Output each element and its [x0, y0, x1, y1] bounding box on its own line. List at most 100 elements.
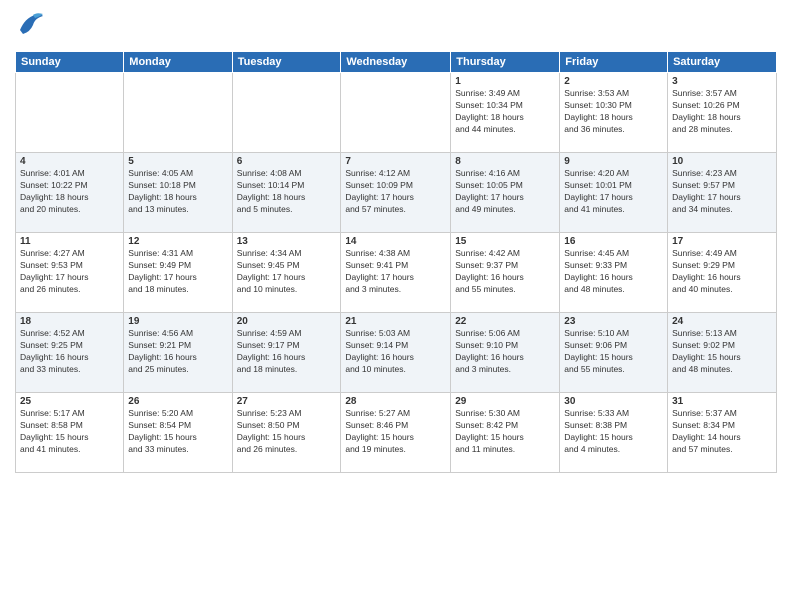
calendar-cell: 30Sunrise: 5:33 AM Sunset: 8:38 PM Dayli… — [560, 393, 668, 473]
day-info: Sunrise: 4:05 AM Sunset: 10:18 PM Daylig… — [128, 168, 227, 216]
calendar-cell: 9Sunrise: 4:20 AM Sunset: 10:01 PM Dayli… — [560, 153, 668, 233]
day-info: Sunrise: 4:38 AM Sunset: 9:41 PM Dayligh… — [345, 248, 446, 296]
calendar-cell: 19Sunrise: 4:56 AM Sunset: 9:21 PM Dayli… — [124, 313, 232, 393]
calendar-cell: 26Sunrise: 5:20 AM Sunset: 8:54 PM Dayli… — [124, 393, 232, 473]
day-number: 13 — [237, 236, 337, 247]
calendar-cell: 8Sunrise: 4:16 AM Sunset: 10:05 PM Dayli… — [451, 153, 560, 233]
calendar-cell: 13Sunrise: 4:34 AM Sunset: 9:45 PM Dayli… — [232, 233, 341, 313]
day-number: 10 — [672, 156, 772, 167]
day-number: 1 — [455, 76, 555, 87]
calendar-day-header: Sunday — [16, 52, 124, 73]
calendar-cell — [16, 73, 124, 153]
day-number: 16 — [564, 236, 663, 247]
calendar-cell: 15Sunrise: 4:42 AM Sunset: 9:37 PM Dayli… — [451, 233, 560, 313]
calendar-cell: 7Sunrise: 4:12 AM Sunset: 10:09 PM Dayli… — [341, 153, 451, 233]
logo — [15, 10, 50, 45]
day-info: Sunrise: 4:12 AM Sunset: 10:09 PM Daylig… — [345, 168, 446, 216]
day-number: 25 — [20, 396, 119, 407]
calendar-cell: 24Sunrise: 5:13 AM Sunset: 9:02 PM Dayli… — [668, 313, 777, 393]
calendar-cell: 2Sunrise: 3:53 AM Sunset: 10:30 PM Dayli… — [560, 73, 668, 153]
calendar-cell: 12Sunrise: 4:31 AM Sunset: 9:49 PM Dayli… — [124, 233, 232, 313]
day-number: 31 — [672, 396, 772, 407]
day-number: 9 — [564, 156, 663, 167]
calendar-week-row: 4Sunrise: 4:01 AM Sunset: 10:22 PM Dayli… — [16, 153, 777, 233]
day-number: 20 — [237, 316, 337, 327]
day-number: 7 — [345, 156, 446, 167]
calendar-week-row: 11Sunrise: 4:27 AM Sunset: 9:53 PM Dayli… — [16, 233, 777, 313]
day-info: Sunrise: 5:27 AM Sunset: 8:46 PM Dayligh… — [345, 408, 446, 456]
day-number: 15 — [455, 236, 555, 247]
day-number: 30 — [564, 396, 663, 407]
calendar-cell: 4Sunrise: 4:01 AM Sunset: 10:22 PM Dayli… — [16, 153, 124, 233]
day-info: Sunrise: 4:23 AM Sunset: 9:57 PM Dayligh… — [672, 168, 772, 216]
calendar-cell — [341, 73, 451, 153]
calendar-cell: 3Sunrise: 3:57 AM Sunset: 10:26 PM Dayli… — [668, 73, 777, 153]
day-info: Sunrise: 5:37 AM Sunset: 8:34 PM Dayligh… — [672, 408, 772, 456]
day-info: Sunrise: 4:56 AM Sunset: 9:21 PM Dayligh… — [128, 328, 227, 376]
calendar-header-row: SundayMondayTuesdayWednesdayThursdayFrid… — [16, 52, 777, 73]
day-info: Sunrise: 4:20 AM Sunset: 10:01 PM Daylig… — [564, 168, 663, 216]
day-number: 24 — [672, 316, 772, 327]
day-info: Sunrise: 5:13 AM Sunset: 9:02 PM Dayligh… — [672, 328, 772, 376]
day-info: Sunrise: 4:16 AM Sunset: 10:05 PM Daylig… — [455, 168, 555, 216]
calendar-week-row: 1Sunrise: 3:49 AM Sunset: 10:34 PM Dayli… — [16, 73, 777, 153]
calendar-cell: 17Sunrise: 4:49 AM Sunset: 9:29 PM Dayli… — [668, 233, 777, 313]
day-number: 17 — [672, 236, 772, 247]
calendar-cell: 25Sunrise: 5:17 AM Sunset: 8:58 PM Dayli… — [16, 393, 124, 473]
day-number: 12 — [128, 236, 227, 247]
logo-icon — [15, 10, 45, 40]
day-info: Sunrise: 4:59 AM Sunset: 9:17 PM Dayligh… — [237, 328, 337, 376]
calendar-cell: 18Sunrise: 4:52 AM Sunset: 9:25 PM Dayli… — [16, 313, 124, 393]
calendar-cell: 10Sunrise: 4:23 AM Sunset: 9:57 PM Dayli… — [668, 153, 777, 233]
calendar-day-header: Wednesday — [341, 52, 451, 73]
day-info: Sunrise: 3:49 AM Sunset: 10:34 PM Daylig… — [455, 88, 555, 136]
day-number: 26 — [128, 396, 227, 407]
day-info: Sunrise: 4:45 AM Sunset: 9:33 PM Dayligh… — [564, 248, 663, 296]
day-info: Sunrise: 4:42 AM Sunset: 9:37 PM Dayligh… — [455, 248, 555, 296]
calendar-cell: 21Sunrise: 5:03 AM Sunset: 9:14 PM Dayli… — [341, 313, 451, 393]
day-info: Sunrise: 4:52 AM Sunset: 9:25 PM Dayligh… — [20, 328, 119, 376]
day-number: 4 — [20, 156, 119, 167]
calendar-table: SundayMondayTuesdayWednesdayThursdayFrid… — [15, 51, 777, 473]
calendar-day-header: Monday — [124, 52, 232, 73]
day-info: Sunrise: 4:01 AM Sunset: 10:22 PM Daylig… — [20, 168, 119, 216]
calendar-week-row: 18Sunrise: 4:52 AM Sunset: 9:25 PM Dayli… — [16, 313, 777, 393]
day-number: 18 — [20, 316, 119, 327]
day-number: 14 — [345, 236, 446, 247]
day-number: 19 — [128, 316, 227, 327]
calendar-cell: 29Sunrise: 5:30 AM Sunset: 8:42 PM Dayli… — [451, 393, 560, 473]
day-info: Sunrise: 5:06 AM Sunset: 9:10 PM Dayligh… — [455, 328, 555, 376]
calendar-cell: 16Sunrise: 4:45 AM Sunset: 9:33 PM Dayli… — [560, 233, 668, 313]
calendar-cell: 11Sunrise: 4:27 AM Sunset: 9:53 PM Dayli… — [16, 233, 124, 313]
calendar-day-header: Tuesday — [232, 52, 341, 73]
day-number: 8 — [455, 156, 555, 167]
day-number: 29 — [455, 396, 555, 407]
page: SundayMondayTuesdayWednesdayThursdayFrid… — [0, 0, 792, 612]
day-info: Sunrise: 4:34 AM Sunset: 9:45 PM Dayligh… — [237, 248, 337, 296]
day-info: Sunrise: 4:49 AM Sunset: 9:29 PM Dayligh… — [672, 248, 772, 296]
day-number: 11 — [20, 236, 119, 247]
day-number: 2 — [564, 76, 663, 87]
day-info: Sunrise: 5:20 AM Sunset: 8:54 PM Dayligh… — [128, 408, 227, 456]
calendar-cell: 28Sunrise: 5:27 AM Sunset: 8:46 PM Dayli… — [341, 393, 451, 473]
calendar-week-row: 25Sunrise: 5:17 AM Sunset: 8:58 PM Dayli… — [16, 393, 777, 473]
day-info: Sunrise: 4:27 AM Sunset: 9:53 PM Dayligh… — [20, 248, 119, 296]
day-info: Sunrise: 5:23 AM Sunset: 8:50 PM Dayligh… — [237, 408, 337, 456]
header — [15, 10, 777, 45]
calendar-day-header: Thursday — [451, 52, 560, 73]
calendar-cell: 27Sunrise: 5:23 AM Sunset: 8:50 PM Dayli… — [232, 393, 341, 473]
day-info: Sunrise: 5:33 AM Sunset: 8:38 PM Dayligh… — [564, 408, 663, 456]
day-info: Sunrise: 5:03 AM Sunset: 9:14 PM Dayligh… — [345, 328, 446, 376]
calendar-cell — [232, 73, 341, 153]
calendar-cell: 20Sunrise: 4:59 AM Sunset: 9:17 PM Dayli… — [232, 313, 341, 393]
day-number: 27 — [237, 396, 337, 407]
calendar-cell — [124, 73, 232, 153]
day-info: Sunrise: 5:30 AM Sunset: 8:42 PM Dayligh… — [455, 408, 555, 456]
day-info: Sunrise: 5:10 AM Sunset: 9:06 PM Dayligh… — [564, 328, 663, 376]
day-info: Sunrise: 3:53 AM Sunset: 10:30 PM Daylig… — [564, 88, 663, 136]
calendar-day-header: Saturday — [668, 52, 777, 73]
day-number: 21 — [345, 316, 446, 327]
calendar-cell: 14Sunrise: 4:38 AM Sunset: 9:41 PM Dayli… — [341, 233, 451, 313]
day-number: 23 — [564, 316, 663, 327]
day-number: 3 — [672, 76, 772, 87]
